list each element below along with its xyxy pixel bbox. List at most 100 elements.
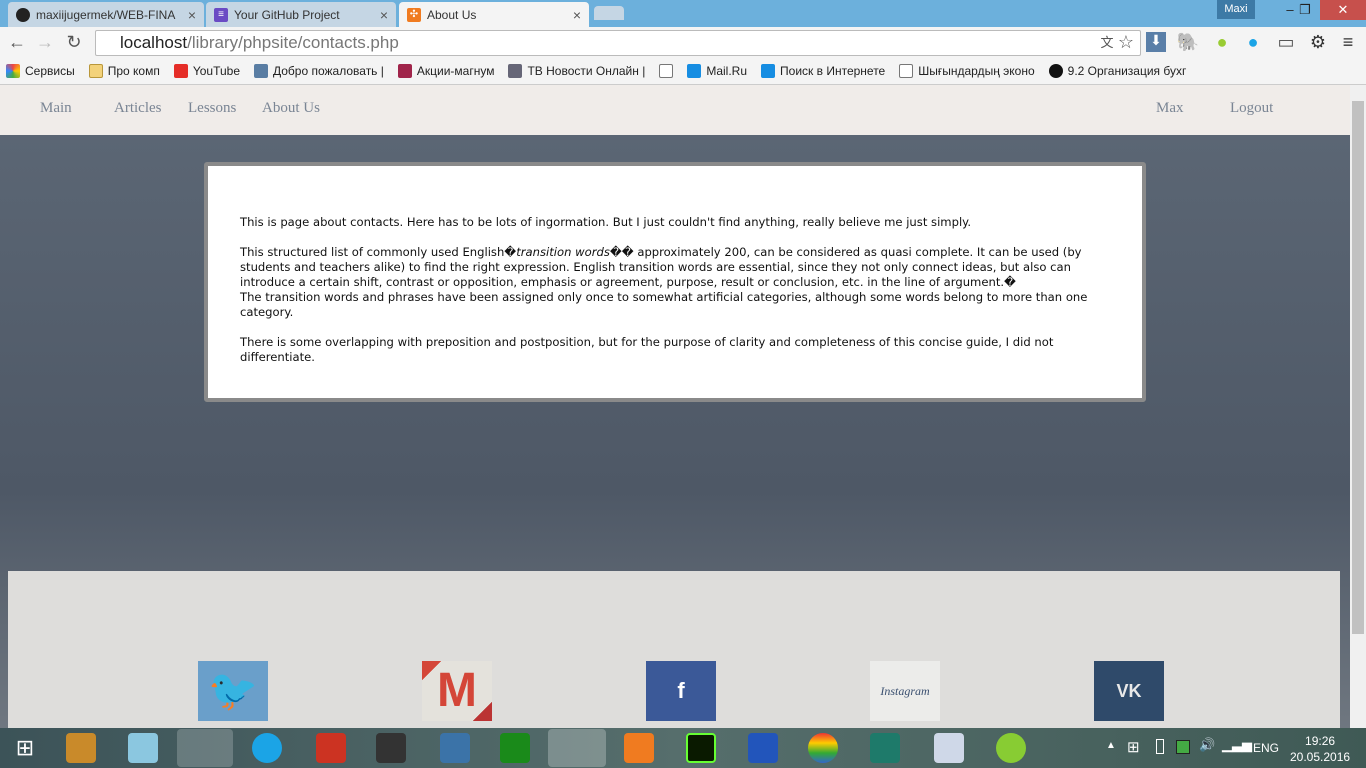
bookmark-label: Добро пожаловать | [273, 64, 384, 78]
explorer-icon[interactable] [177, 729, 233, 767]
twitter-icon: 🐦 [208, 669, 258, 713]
nav-main[interactable]: Main [40, 100, 72, 117]
tv-icon [508, 64, 523, 78]
nav-articles[interactable]: Articles [114, 100, 161, 117]
gmail-link[interactable]: M [422, 661, 492, 721]
bookmark-label: Mail.Ru [706, 64, 748, 78]
bookmark-folder[interactable]: Про комп [88, 64, 160, 78]
bookmark-label: Про комп [107, 64, 160, 78]
language-indicator[interactable]: ENG [1253, 741, 1279, 755]
back-icon[interactable]: ← [5, 32, 29, 53]
reload-icon[interactable]: ↻ [62, 32, 86, 53]
address-bar[interactable]: localhost/library/phpsite/contacts.php [95, 30, 1141, 56]
bookmark-label: Шығындардың эконо [918, 64, 1035, 78]
battery-icon[interactable] [1156, 739, 1164, 754]
bookmark-doc[interactable]: Шығындардың эконо [899, 64, 1035, 78]
network-icon[interactable]: ▁▃▅ [1222, 737, 1252, 753]
start-icon[interactable]: ⊞ [10, 733, 40, 763]
sublime-icon[interactable] [66, 733, 96, 763]
star-icon[interactable]: ☆ [1114, 32, 1138, 53]
action-center-icon[interactable]: ⊞ [1127, 738, 1140, 756]
book-icon[interactable] [316, 733, 346, 763]
tab-label: About Us [427, 8, 477, 22]
bookmark-search[interactable]: Поиск в Интернете [761, 64, 885, 78]
rainbow-app-icon[interactable] [808, 733, 838, 763]
clock[interactable]: 19:26 20.05.2016 [1290, 733, 1350, 765]
app-9ph-icon[interactable] [870, 733, 900, 763]
lambda-icon[interactable] [934, 733, 964, 763]
close-tab-icon[interactable]: × [573, 7, 581, 23]
dreamweaver-icon[interactable] [686, 733, 716, 763]
profile-name[interactable]: Maxi [1217, 0, 1255, 19]
bookmark-page[interactable] [659, 64, 674, 78]
tab-label: Your GitHub Project [234, 7, 340, 22]
bookmark-label: Акции-магнум [416, 64, 495, 78]
close-tab-icon[interactable]: × [188, 7, 196, 23]
gear-icon[interactable]: ⚙ [1306, 32, 1330, 53]
tray-expand-icon[interactable]: ▲ [1106, 740, 1116, 751]
nvidia-icon[interactable] [1176, 740, 1190, 754]
close-window-button[interactable]: ✕ [1320, 0, 1366, 20]
tab-about-us[interactable]: ✣ About Us × [399, 2, 589, 28]
tab-github[interactable]: maxiijugermek/WEB-FINA × [8, 2, 204, 27]
nav-lessons[interactable]: Lessons [188, 100, 236, 117]
chrome-icon[interactable] [548, 729, 606, 767]
tab-github-project[interactable]: ≡ Your GitHub Project × [206, 2, 396, 27]
bookmark-tv[interactable]: ТВ Новости Онлайн | [508, 64, 645, 78]
mailru-icon [687, 64, 702, 78]
terminal-icon[interactable] [376, 733, 406, 763]
github-icon [16, 7, 30, 22]
magnum-icon [397, 64, 412, 78]
skype-icon[interactable]: ● [1241, 32, 1265, 53]
tab-strip [0, 0, 1366, 27]
instagram-link[interactable]: Instagram [870, 661, 940, 721]
bookmark-magnum[interactable]: Акции-магнум [397, 64, 495, 78]
floppy-icon[interactable] [748, 733, 778, 763]
xampp-icon[interactable] [624, 733, 654, 763]
twitter-link[interactable]: 🐦 [198, 661, 268, 721]
facebook-link[interactable]: f [646, 661, 716, 721]
xampp-icon: ✣ [407, 8, 421, 22]
bookmark-youtube[interactable]: YouTube [173, 64, 240, 78]
menu-icon[interactable]: ≡ [1336, 32, 1360, 53]
vk-link[interactable]: VK [1094, 661, 1164, 721]
new-tab-button[interactable] [594, 6, 624, 20]
fullscreen-icon[interactable]: ▭ [1274, 32, 1298, 53]
instagram-icon: Instagram [880, 684, 930, 698]
overlap-paragraph: There is some overlapping with prepositi… [240, 335, 1054, 364]
bookmark-vk[interactable]: Добро пожаловать | [254, 64, 384, 78]
bookmark-label: Поиск в Интернете [780, 64, 886, 78]
bookmark-apps[interactable]: Сервисы [6, 64, 75, 78]
extension-icon[interactable]: ● [1210, 32, 1234, 53]
notes-icon[interactable] [128, 733, 158, 763]
vk-icon: VK [1116, 681, 1142, 701]
volume-icon[interactable]: 🔊 [1199, 737, 1215, 753]
nav-about-us[interactable]: About Us [262, 100, 320, 117]
close-tab-icon[interactable]: × [380, 7, 388, 23]
evernote-icon[interactable]: 🐘 [1176, 32, 1200, 53]
calculator-icon[interactable] [500, 733, 530, 763]
text: The transition words and phrases have be… [240, 290, 1088, 319]
bookmark-org[interactable]: 9.2 Организация бухг [1048, 64, 1186, 78]
youtube-icon [173, 64, 188, 78]
nav-user[interactable]: Max [1156, 100, 1184, 117]
skype-icon[interactable] [252, 733, 282, 763]
url-path: /library/phpsite/contacts.php [187, 33, 399, 52]
gmail-icon: M [437, 664, 477, 717]
nav-logout[interactable]: Logout [1230, 100, 1273, 117]
scrollbar-thumb[interactable] [1352, 101, 1364, 634]
python-icon[interactable] [440, 733, 470, 763]
bookmark-mailru[interactable]: Mail.Ru [687, 64, 747, 78]
vk-icon [254, 64, 268, 78]
transition-paragraph: This structured list of commonly used En… [240, 245, 1110, 320]
restore-button[interactable]: ❐ [1290, 0, 1320, 20]
tab-label: maxiijugermek/WEB-FINA [36, 7, 176, 22]
download-icon[interactable]: ⬇ [1146, 32, 1166, 52]
content-card: This is page about contacts. Here has to… [204, 162, 1146, 402]
site-icon [1048, 64, 1063, 78]
text: This structured list of commonly used En… [240, 245, 517, 259]
facebook-icon: f [677, 678, 685, 703]
android-studio-icon[interactable] [996, 733, 1026, 763]
page-icon [659, 64, 674, 78]
forward-icon[interactable]: → [33, 32, 57, 53]
